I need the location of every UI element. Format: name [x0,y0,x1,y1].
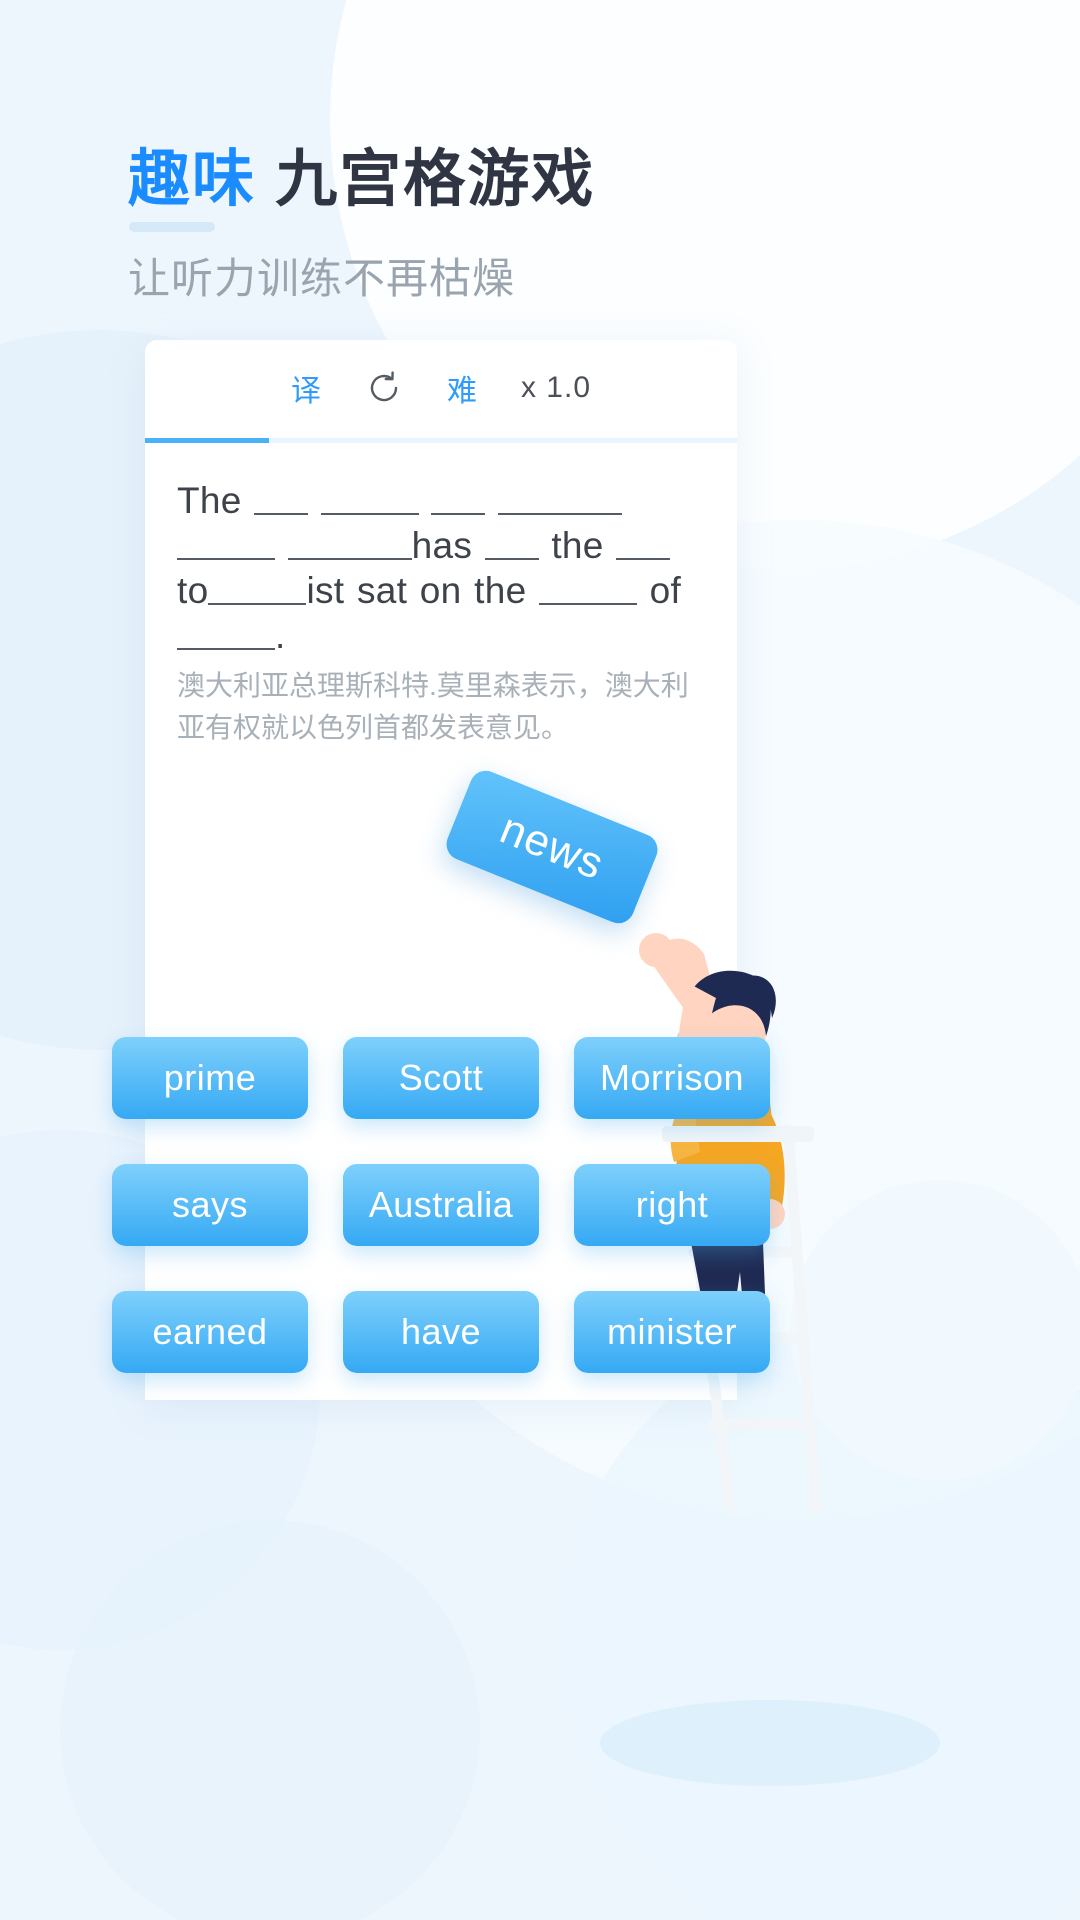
word-tile[interactable]: have [343,1291,539,1373]
word-tile[interactable]: earned [112,1291,308,1373]
word-tile-grid: prime Scott Morrison says Australia righ… [112,1037,772,1373]
word-tile[interactable]: Scott [343,1037,539,1119]
cloze-blank[interactable] [287,558,412,561]
cloze-word: the [551,525,604,567]
cloze-sentence: The has the to ist sat on the of . [177,478,713,659]
page-title-rest: 九宫格游戏 [256,145,596,214]
tab-translate[interactable]: 译 [291,366,321,410]
word-tile[interactable]: Australia [343,1164,539,1246]
cloze-blank[interactable] [177,648,275,651]
cloze-blank[interactable] [254,513,309,515]
title-underline-rule [129,222,215,232]
word-tile[interactable]: right [574,1164,770,1246]
cloze-word: has [411,525,473,567]
promo-screen: 趣味 九宫格游戏 让听力训练不再枯燥 译 难 x 1.0 The has the… [0,0,1080,1920]
playback-speed[interactable]: x 1.0 [521,371,591,405]
page-subtitle: 让听力训练不再枯燥 [128,255,516,302]
page-title-accent: 趣味 [128,145,257,214]
page-title: 趣味 九宫格游戏 [128,128,595,218]
cloze-word: of [649,570,682,612]
cloze-word: sat on the [356,570,527,612]
translation-text: 澳大利亚总理斯科特.莫里森表示，澳大利亚有权就以色列首都发表意见。 [177,670,689,743]
cloze-blank[interactable] [616,558,671,561]
card-toolbar: 译 难 x 1.0 [145,340,737,436]
cloze-word: The [177,480,242,521]
ground-shadow [600,1700,940,1786]
floating-word-tile-label: news [493,803,611,890]
cloze-blank[interactable] [177,558,275,561]
refresh-icon[interactable] [365,369,403,407]
progress-track[interactable] [145,438,737,443]
cloze-blank[interactable] [320,513,419,515]
progress-fill [145,438,270,443]
cloze-blank[interactable] [431,513,486,515]
cloze-blank[interactable] [539,603,638,606]
word-tile[interactable]: says [112,1164,308,1246]
background-blob [60,1520,480,1920]
cloze-blank[interactable] [484,558,539,561]
cloze-blank[interactable] [498,513,623,515]
tab-difficulty[interactable]: 难 [447,366,477,410]
word-tile[interactable]: Morrison [574,1037,770,1119]
cloze-blank[interactable] [208,603,307,606]
cloze-word: to [177,570,209,612]
cloze-word: . [275,615,286,657]
word-tile[interactable]: minister [574,1291,770,1373]
cloze-word: ist [306,570,345,612]
word-tile[interactable]: prime [112,1037,308,1119]
